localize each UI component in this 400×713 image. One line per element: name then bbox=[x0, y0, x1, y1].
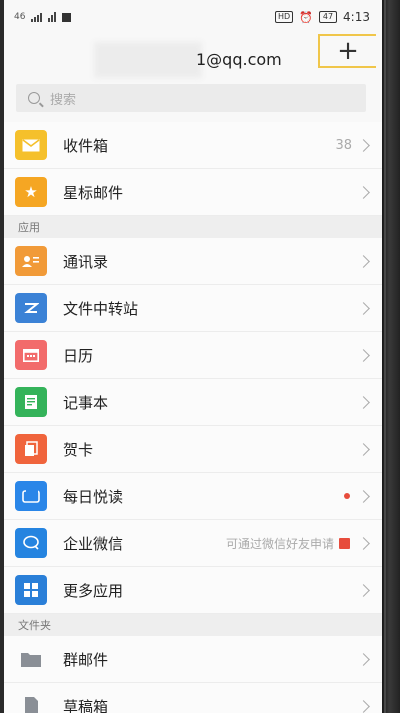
chevron-right-icon bbox=[357, 489, 370, 503]
chevron-right-icon bbox=[357, 583, 370, 597]
unread-count: 38 bbox=[335, 137, 352, 153]
list-item-file-transfer[interactable]: 文件中转站 bbox=[4, 285, 382, 332]
list-item-group-mail[interactable]: 群邮件 bbox=[4, 636, 382, 683]
list-item-label: 日历 bbox=[63, 346, 94, 365]
search-icon bbox=[28, 92, 40, 104]
chevron-right-icon bbox=[357, 395, 370, 409]
battery-icon: 47 bbox=[318, 11, 338, 23]
list-item-label: 通讯录 bbox=[63, 252, 109, 271]
chevron-right-icon bbox=[357, 138, 370, 152]
list-item-inbox[interactable]: 收件箱 38 bbox=[4, 122, 382, 169]
chevron-right-icon bbox=[357, 301, 370, 315]
list-item-more-apps[interactable]: 更多应用 bbox=[4, 567, 382, 614]
signal-bars-icon bbox=[31, 12, 43, 22]
account-email[interactable]: 1@qq.com bbox=[196, 42, 282, 78]
search-bar[interactable]: 搜索 bbox=[16, 84, 366, 112]
chevron-right-icon bbox=[357, 185, 370, 199]
list-item-contacts[interactable]: 通讯录 bbox=[4, 238, 382, 285]
list-item-notepad[interactable]: 记事本 bbox=[4, 379, 382, 426]
list-item-drafts[interactable]: 草稿箱 bbox=[4, 683, 382, 713]
list-item-label: 记事本 bbox=[63, 393, 109, 412]
drafts-icon bbox=[15, 691, 47, 713]
calendar-icon bbox=[15, 340, 47, 370]
list-item-label: 每日悦读 bbox=[63, 487, 124, 506]
daily-read-icon bbox=[15, 481, 47, 511]
list-item-calendar[interactable]: 日历 bbox=[4, 332, 382, 379]
list-item-label: 群邮件 bbox=[63, 650, 109, 669]
clock: 4:13 bbox=[343, 10, 370, 24]
account-name-blurred bbox=[94, 42, 202, 78]
chevron-right-icon bbox=[357, 254, 370, 268]
group-mail-icon bbox=[15, 644, 47, 674]
chevron-right-icon bbox=[357, 348, 370, 362]
list-item-label: 收件箱 bbox=[63, 136, 109, 155]
notification-icon bbox=[62, 12, 72, 22]
list-item-label: 更多应用 bbox=[63, 581, 124, 600]
inbox-icon bbox=[15, 130, 47, 160]
list-item-greeting-card[interactable]: 贺卡 bbox=[4, 426, 382, 473]
list-item-label: 文件中转站 bbox=[63, 299, 139, 318]
red-envelope-icon bbox=[339, 537, 350, 549]
list-item-label: 草稿箱 bbox=[63, 697, 109, 713]
section-header-apps: 应用 bbox=[4, 216, 382, 238]
file-transfer-icon bbox=[15, 293, 47, 323]
list-item-daily-read[interactable]: 每日悦读 bbox=[4, 473, 382, 520]
status-bar: 46 HD ⏰ 47 4:13 bbox=[4, 0, 382, 34]
list-item-label: 企业微信 bbox=[63, 534, 124, 553]
device-edge-highlight bbox=[384, 0, 386, 713]
alarm-icon: ⏰ bbox=[299, 10, 313, 24]
list-item-label: 星标邮件 bbox=[63, 183, 124, 202]
list-item-wework[interactable]: 企业微信 可通过微信好友申请 bbox=[4, 520, 382, 567]
chevron-right-icon bbox=[357, 442, 370, 456]
search-placeholder: 搜索 bbox=[50, 92, 77, 108]
chevron-right-icon bbox=[357, 699, 370, 713]
wework-icon bbox=[15, 528, 47, 558]
wework-hint: 可通过微信好友申请 bbox=[225, 536, 334, 551]
menu-list: 收件箱 38 ★ 星标邮件 应用 通讯录 文件中转站 日历 记事本 贺卡 每日悦… bbox=[4, 122, 382, 713]
new-dot-indicator bbox=[344, 493, 350, 499]
phone-screen: 46 HD ⏰ 47 4:13 1@qq.com + 搜索 收件箱 38 ★ 星… bbox=[4, 0, 382, 713]
wifi-icon bbox=[48, 12, 57, 22]
signal-label: 46 bbox=[14, 12, 26, 22]
greeting-card-icon bbox=[15, 434, 47, 464]
list-item-starred[interactable]: ★ 星标邮件 bbox=[4, 169, 382, 216]
notepad-icon bbox=[15, 387, 47, 417]
section-header-folders: 文件夹 bbox=[4, 614, 382, 636]
star-icon: ★ bbox=[15, 177, 47, 207]
chevron-right-icon bbox=[357, 536, 370, 550]
chevron-right-icon bbox=[357, 652, 370, 666]
header: 1@qq.com + bbox=[4, 34, 382, 78]
add-button[interactable]: + bbox=[318, 34, 376, 68]
plus-icon: + bbox=[337, 36, 359, 66]
list-item-label: 贺卡 bbox=[63, 440, 94, 459]
hd-badge: HD bbox=[274, 11, 294, 23]
contacts-icon bbox=[15, 246, 47, 276]
more-apps-icon bbox=[15, 575, 47, 605]
